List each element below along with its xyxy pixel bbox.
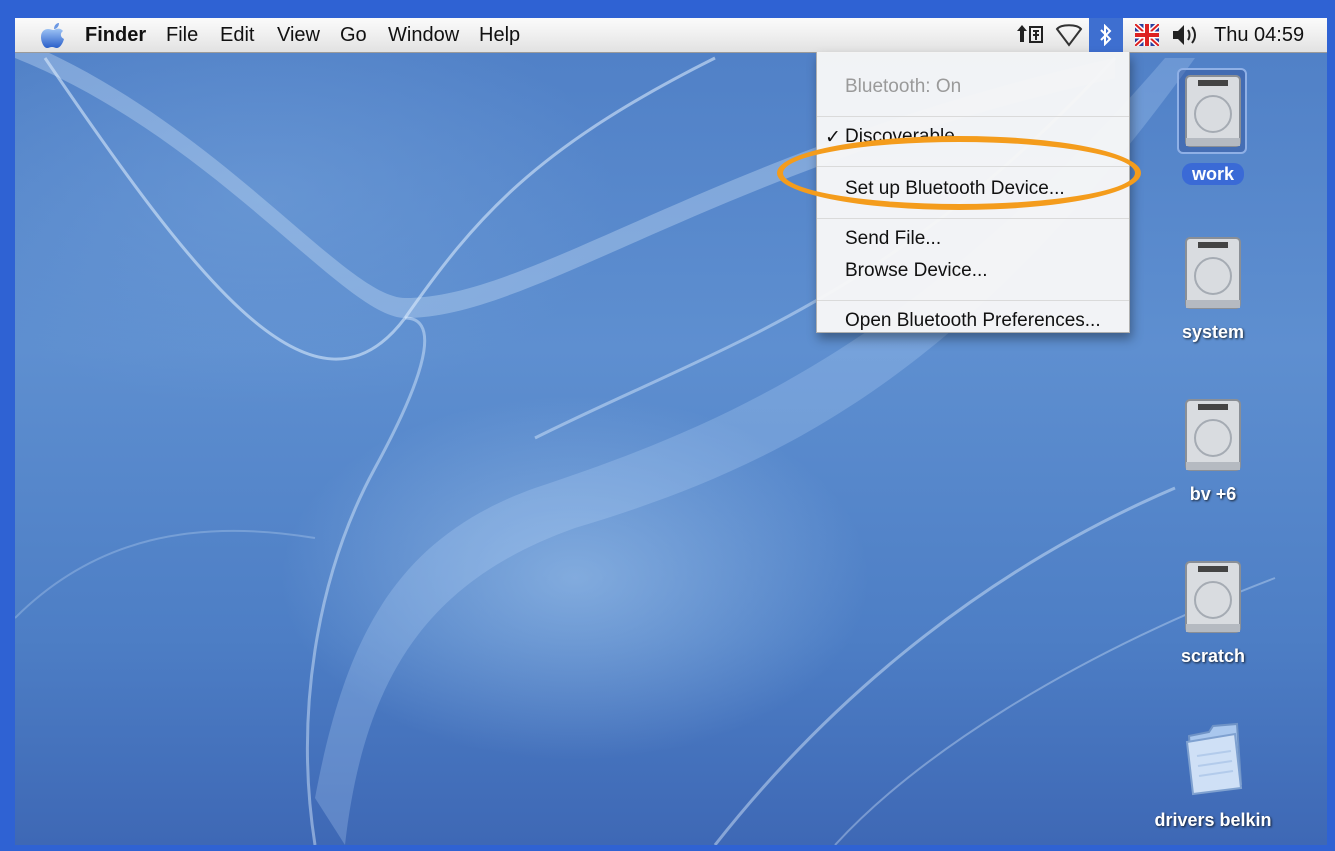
- menu-item-browse-device[interactable]: Browse Device...: [845, 260, 988, 282]
- desktop: Finder File Edit View Go Window Help Thu…: [15, 18, 1327, 845]
- screenshot-frame: Finder File Edit View Go Window Help Thu…: [0, 0, 1335, 851]
- desktop-icon-work[interactable]: work: [1143, 68, 1283, 194]
- menu-clock[interactable]: Thu 04:59: [1214, 18, 1304, 52]
- bluetooth-icon: [1100, 24, 1112, 46]
- desktop-icon-bv6[interactable]: bv +6: [1143, 398, 1283, 510]
- highlight-ellipse: [777, 136, 1141, 210]
- desktop-icon-label: bv +6: [1189, 484, 1237, 504]
- menu-go[interactable]: Go: [340, 18, 367, 52]
- desktop-icon-scratch[interactable]: scratch: [1143, 560, 1283, 672]
- menu-separator: [817, 300, 1129, 301]
- menu-bar: Finder File Edit View Go Window Help Thu…: [15, 18, 1327, 53]
- hard-drive-icon: [1185, 237, 1241, 309]
- folder-icon: [1185, 722, 1243, 796]
- desktop-icon-label: scratch: [1180, 646, 1246, 666]
- desktop-icon-label: work: [1143, 163, 1283, 185]
- menu-separator: [817, 116, 1129, 117]
- menu-window[interactable]: Window: [388, 18, 459, 52]
- hard-drive-icon: [1185, 561, 1241, 633]
- menu-separator: [817, 218, 1129, 219]
- volume-icon[interactable]: [1171, 22, 1199, 48]
- hard-drive-icon: [1185, 75, 1241, 147]
- bluetooth-menu-extra[interactable]: [1089, 18, 1123, 52]
- hard-drive-icon: [1185, 399, 1241, 471]
- desktop-icon-drivers-belkin[interactable]: drivers belkin: [1143, 722, 1283, 838]
- uk-flag-icon[interactable]: [1135, 24, 1159, 46]
- airport-icon[interactable]: [1055, 22, 1083, 48]
- menu-item-bluetooth-preferences[interactable]: Open Bluetooth Preferences...: [845, 310, 1101, 332]
- menu-help[interactable]: Help: [479, 18, 520, 52]
- menu-view[interactable]: View: [277, 18, 320, 52]
- apple-logo-icon[interactable]: [41, 22, 67, 50]
- desktop-icon-label: drivers belkin: [1154, 810, 1272, 830]
- menu-edit[interactable]: Edit: [220, 18, 254, 52]
- wallpaper-waves: [15, 38, 1276, 845]
- bluetooth-status: Bluetooth: On: [845, 76, 962, 97]
- menu-file[interactable]: File: [166, 18, 198, 52]
- menu-finder[interactable]: Finder: [85, 18, 146, 52]
- desktop-icon-label: system: [1181, 322, 1245, 342]
- menu-item-send-file[interactable]: Send File...: [845, 228, 941, 250]
- desktop-icon-system[interactable]: system: [1143, 236, 1283, 348]
- keyboard-input-icon[interactable]: [1016, 22, 1046, 48]
